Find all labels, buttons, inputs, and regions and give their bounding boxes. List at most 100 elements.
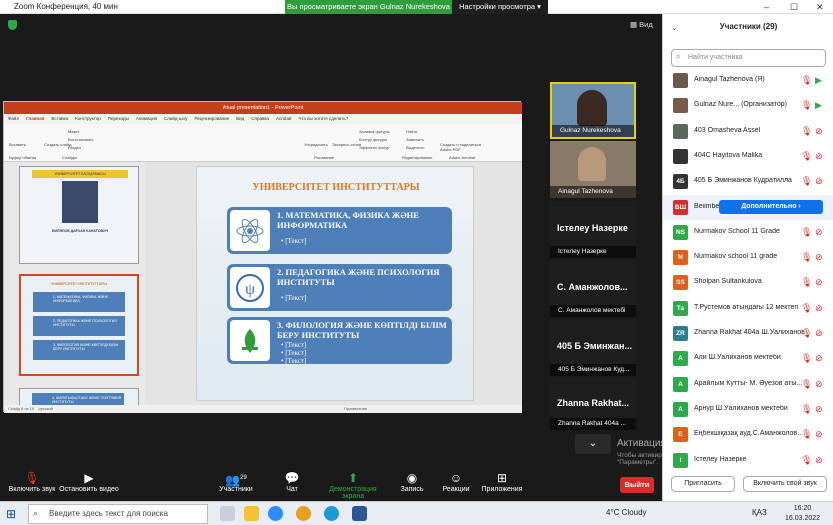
layout-button[interactable]: Макет xyxy=(68,129,79,134)
unmute-all-button[interactable]: Включить свой звук xyxy=(743,476,827,492)
clock[interactable]: 16:20 16.03.2022 xyxy=(785,504,820,524)
replace-button[interactable]: Заменить xyxy=(406,137,424,142)
find-button[interactable]: Найти xyxy=(406,129,417,134)
ppt-tab[interactable]: Acrobat xyxy=(276,116,292,121)
ppt-tab[interactable]: Рецензирование xyxy=(194,116,229,121)
participant-row[interactable]: ZR Zhanna Rakhat 404a Ш.Уалиханов 🎙 ⊘ xyxy=(663,321,833,346)
language-indicator[interactable]: ҚАЗ xyxy=(752,508,767,517)
participant-row[interactable]: А Арнур Ш.Уалиханов мектеби 🎙 ⊘ xyxy=(663,397,833,422)
ppt-ribbon-tabs: Файл Главная Вставка Конструктор Переходы Ани… xyxy=(4,114,522,124)
leave-button[interactable]: Выйти xyxy=(620,477,654,493)
task-view-icon[interactable] xyxy=(220,506,235,521)
slide-thumb-2[interactable]: УНИВЕРСИТЕТ ИНСТИТУТТАРЫ 1. МАТЕМАТИКА, … xyxy=(19,274,139,376)
outline-button[interactable]: Контур фигуры xyxy=(359,137,387,142)
windows-start-icon[interactable]: ⊞ xyxy=(6,507,20,521)
word-icon[interactable] xyxy=(352,506,367,521)
meeting-toolbar: 🎙 Включить звук ▶ Остановить видео 👥29 Учас… xyxy=(0,468,662,501)
participant-row[interactable]: Та Т.Рустемов атындағы 12 мектеп 🎙 ⊘ xyxy=(663,296,833,321)
taskbar-search-input[interactable]: Введите здесь текст для поиска xyxy=(28,504,208,524)
box3-title: 3. ФИЛОЛОГИЯ ЖӘНЕ КӨПТІЛДІ БІЛІМ БЕРУ ИН… xyxy=(277,320,447,340)
mic-off-icon: 🎙 xyxy=(801,353,813,364)
participant-row[interactable]: 4Б 405 Б Эминжанов Кудратилла 🎙 ⊘ xyxy=(663,169,833,194)
ppt-tab[interactable]: Файл xyxy=(8,116,19,121)
avatar: А xyxy=(673,351,688,367)
camera-off-icon: ⊘ xyxy=(815,226,823,237)
video-button[interactable]: ▶ Остановить видео xyxy=(56,471,122,493)
ppt-tab[interactable]: Что вы хотите сделать? xyxy=(298,116,348,121)
create-pdf-button[interactable]: Создать и поделиться Adobe PDF xyxy=(440,142,486,152)
ppt-tab[interactable]: Анимация xyxy=(136,116,157,121)
view-options-button[interactable]: Настройки просмотра ▾ xyxy=(452,0,548,14)
video-tile-3[interactable]: Істелеу Назерке Істелеу Назерке xyxy=(550,201,636,258)
edge-icon[interactable] xyxy=(324,506,339,521)
box2-text: • [Текст] xyxy=(281,294,307,302)
participant-row[interactable]: І Істелеу Назерке 🎙 ⊘ xyxy=(663,448,833,473)
participant-row[interactable]: 403 Omasheva Assel 🎙 ⊘ xyxy=(663,119,833,144)
more-button[interactable]: Дополнительно › xyxy=(719,199,823,214)
slide1-header: УНИВЕРСИТЕТ БАСҚАРМАСЫ xyxy=(32,170,128,178)
participant-row[interactable]: А Арайлым Кутты- М. Әуезов аты... 🎙 ⊘ xyxy=(663,372,833,397)
mic-off-icon: 🎙 xyxy=(801,429,813,440)
participants-button[interactable]: 👥29 Участники xyxy=(204,471,268,493)
chrome-icon[interactable] xyxy=(296,506,311,521)
camera-off-icon: ⊘ xyxy=(815,378,823,389)
ppt-tab[interactable]: Вид xyxy=(236,116,244,121)
reset-button[interactable]: Восстановить xyxy=(68,137,94,142)
clock-date: 16.03.2022 xyxy=(785,515,821,522)
chat-button[interactable]: 💬 Чат xyxy=(260,471,324,493)
minimize-icon[interactable]: – xyxy=(764,2,769,12)
section-button[interactable]: Раздел xyxy=(68,145,81,150)
participant-row[interactable]: ВШBeiimbet Ш.УалихановДополнительно › xyxy=(663,194,833,220)
video-tile-1[interactable]: Gulnaz Nurekeshova xyxy=(550,82,636,139)
camera-off-icon: ⊘ xyxy=(815,252,823,263)
participant-row[interactable]: 404C Hayitova Malika 🎙 ⊘ xyxy=(663,144,833,169)
mic-off-icon: 🎙 xyxy=(801,378,813,389)
quick-styles-button[interactable]: Экспресс-стили xyxy=(332,142,361,147)
ppt-tab[interactable]: Главная xyxy=(26,116,44,121)
participant-row[interactable]: NS Nurmakov School 11 Grade 🎙 ⊘ xyxy=(663,220,833,245)
video-tile-5[interactable]: 405 Б Эминжан... 405 Б Эминжанов Куд... xyxy=(550,319,636,376)
participant-row[interactable]: Е Еңбекшіқазақ ауд.С.Аманжолов... 🎙 ⊘ xyxy=(663,422,833,447)
ppt-tab[interactable]: Конструктор xyxy=(75,116,101,121)
portrait-image xyxy=(62,181,98,223)
close-icon[interactable]: ✕ xyxy=(816,2,824,13)
select-button[interactable]: Выделить xyxy=(406,145,424,150)
maximize-icon[interactable]: ☐ xyxy=(790,2,798,13)
fill-button[interactable]: Заливка фигуры xyxy=(359,129,390,134)
zoom-app-icon[interactable] xyxy=(268,506,283,521)
box1-text: • [Текст] xyxy=(281,237,307,245)
video-tile-4[interactable]: С. Аманжолов... С. Аманжолов мектебі xyxy=(550,260,636,317)
institute-box-2: ψ 2. ПЕДАГОГИКА ЖӘНЕ ПСИХОЛОГИЯ ИНСТИТУТ… xyxy=(227,264,452,311)
ppt-tab[interactable]: Справка xyxy=(251,116,269,121)
ppt-tab[interactable]: Переходы xyxy=(108,116,129,121)
notes-button[interactable]: Примечания xyxy=(344,405,367,413)
camera-off-icon: ⊘ xyxy=(815,302,823,313)
mute-button[interactable]: 🎙 Включить звук xyxy=(0,471,64,493)
ppt-tab[interactable]: Слайд-шоу xyxy=(164,116,187,121)
participant-row[interactable]: SS Sholpan Sultankulova 🎙 ⊘ xyxy=(663,270,833,295)
slide-thumb-1[interactable]: УНИВЕРСИТЕТ БАСҚАРМАСЫ БИЛЯЛОВ ДАРХАН КА… xyxy=(19,166,139,264)
arrange-button[interactable]: Упорядочить xyxy=(304,142,328,147)
participant-row[interactable]: N Nurmakov school 11 grade 🎙 ⊘ xyxy=(663,245,833,270)
participant-row[interactable]: Gulnaz Nure... (Организатор) 🎙 ▶ xyxy=(663,93,833,118)
participant-name: 405 Б Эминжанов Кудратилла xyxy=(694,177,792,185)
video-tile-6[interactable]: Zhanna Rakhat... Zhanna Rakhat 404a ... xyxy=(550,378,636,430)
chevron-down-icon[interactable]: ⌄ xyxy=(575,434,611,454)
shield-icon[interactable] xyxy=(8,20,17,30)
weather-widget[interactable]: 4°C Cloudy xyxy=(606,508,647,517)
participant-row[interactable]: Ainagul Tazhenova (Я) 🎙 ▶ xyxy=(663,68,833,93)
explorer-icon[interactable] xyxy=(244,506,259,521)
avatar: Та xyxy=(673,300,688,316)
participant-row[interactable]: А Али Ш.Уалиханов мектеби 🎙 ⊘ xyxy=(663,346,833,371)
paste-button[interactable]: Вставить xyxy=(9,142,26,147)
apps-button[interactable]: ⊞ Приложения xyxy=(470,471,534,493)
effects-button[interactable]: Эффекты фигур xyxy=(359,145,389,150)
video-tile-2[interactable]: Ainagul Tazhenova xyxy=(550,141,636,198)
view-button[interactable]: ▦ Вид xyxy=(630,20,653,29)
camera-off-icon: ⊘ xyxy=(815,454,823,465)
slide-thumb-3[interactable]: 4. ЖАРАТЫЛЫСТАНУ ЖӘНЕ ГЕОГРАФИЯ ИНСТИТУТ… xyxy=(19,388,139,405)
ppt-tab[interactable]: Вставка xyxy=(51,116,68,121)
share-screen-button[interactable]: ⬆ Демонстрация экрана xyxy=(318,471,388,500)
invite-button[interactable]: Пригласить xyxy=(671,476,735,492)
search-input[interactable]: Найти участника xyxy=(671,49,826,67)
